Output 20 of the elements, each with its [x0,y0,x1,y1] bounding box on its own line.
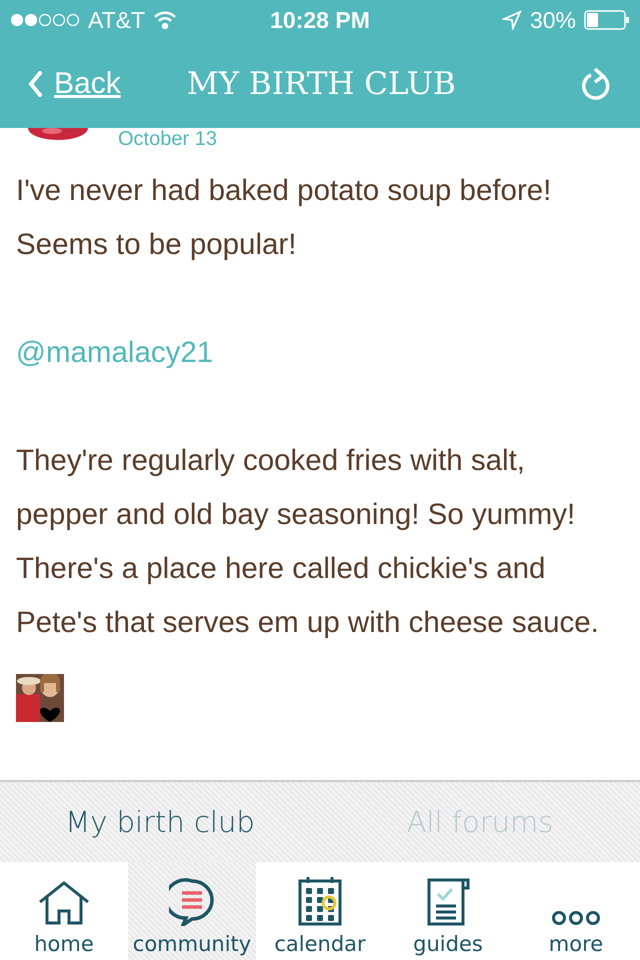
post-paragraph: I've never had baked potato soup before! Seems to be popular! [16,173,552,263]
clock-time: 10:28 PM [270,6,370,34]
chevron-left-icon [28,71,42,97]
document-check-icon [425,876,471,926]
location-arrow-icon [502,10,522,30]
post-date: October 13 [118,128,217,150]
signal-icon [10,13,80,27]
speech-bubble-icon [169,878,215,926]
tab-bar-item[interactable]: community [128,862,256,960]
wifi-icon [153,11,178,29]
page-title: MY BIRTH CLUB [186,66,457,102]
calendar-icon [298,876,342,926]
refresh-icon[interactable] [582,67,612,101]
battery-percent: 30% [530,6,576,34]
carrier-name: AT&T [88,6,146,34]
post-paragraph: They're regularly cooked fries with salt, pepper and old bay seasoning! So yummy! There's a place here called chickie's and Pete's that serves em up with cheese sauce. [16,443,600,641]
forum-tab[interactable]: My birth club [0,795,320,849]
more-icon [551,910,601,926]
home-icon [38,880,90,926]
battery-icon [584,10,630,30]
